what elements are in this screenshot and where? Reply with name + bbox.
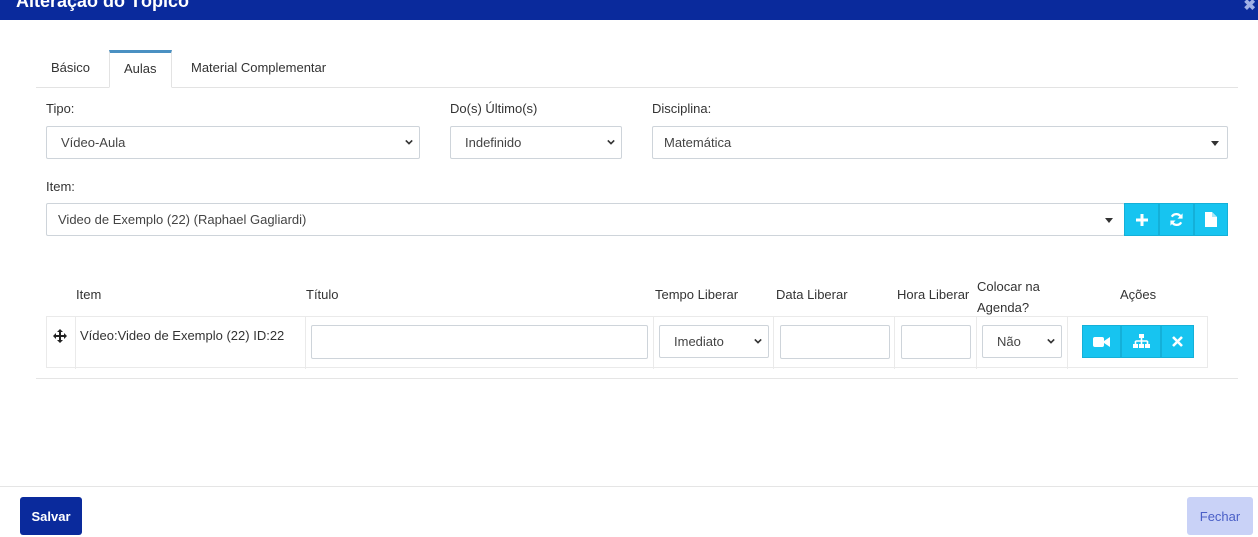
video-camera-icon [1093, 336, 1110, 347]
col-header-titulo: Título [306, 287, 339, 302]
ultimos-select[interactable]: Indefinido [450, 126, 622, 159]
col-header-hora-liberar: Hora Liberar [897, 287, 970, 302]
item-cell: Vídeo:Video de Exemplo (22) ID:22 [76, 317, 306, 369]
hora-liberar-input[interactable] [901, 325, 971, 359]
sitemap-icon [1132, 334, 1150, 348]
agenda-cell: Não [977, 317, 1068, 369]
disciplina-select-value: Matemática [664, 135, 732, 150]
tipo-select[interactable]: Vídeo-Aula [46, 126, 420, 159]
dialog-close-icon[interactable]: ✖ [1243, 0, 1256, 14]
table-row: Vídeo:Video de Exemplo (22) ID:22 Imedia… [46, 316, 1208, 369]
refresh-items-button[interactable] [1159, 203, 1194, 236]
row-item-text: Vídeo:Video de Exemplo (22) ID:22 [80, 328, 285, 343]
tab-bar: Básico Aulas Material Complementar [36, 50, 1238, 88]
plus-icon [1135, 213, 1148, 226]
acoes-cell [1068, 317, 1208, 369]
drag-cell [47, 317, 76, 369]
chevron-down-icon [607, 139, 615, 145]
tab-material-complementar[interactable]: Material Complementar [191, 50, 326, 88]
item-label: Item: [46, 179, 75, 194]
chevron-down-icon [1047, 338, 1055, 344]
item-select-value: Video de Exemplo (22) (Raphael Gagliardi… [58, 212, 307, 227]
drag-handle-icon[interactable] [53, 329, 67, 343]
item-select[interactable]: Video de Exemplo (22) (Raphael Gagliardi… [46, 203, 1125, 236]
close-icon [1172, 336, 1183, 347]
disciplina-label: Disciplina: [652, 101, 712, 116]
remove-row-button[interactable] [1161, 325, 1194, 358]
chevron-down-icon [405, 139, 413, 145]
refresh-icon [1170, 212, 1183, 227]
tempo-liberar-value: Imediato [674, 334, 724, 349]
dialog-title: Alteração do Tópico [16, 0, 190, 11]
col-header-acoes: Ações [1120, 287, 1157, 302]
close-button[interactable]: Fechar [1187, 497, 1253, 535]
col-header-item: Item [76, 287, 102, 302]
row-action-buttons [1082, 325, 1194, 358]
ultimos-select-value: Indefinido [465, 135, 522, 150]
titulo-input[interactable] [311, 325, 648, 359]
col-header-agenda-line1: Colocar na [977, 279, 1040, 294]
tipo-label: Tipo: [46, 101, 75, 116]
col-header-agenda-line2: Agenda? [977, 300, 1030, 315]
file-icon [1205, 212, 1217, 227]
hierarchy-button[interactable] [1121, 325, 1161, 358]
dialog-titlebar: Alteração do Tópico ✖ [0, 0, 1258, 20]
save-button[interactable]: Salvar [20, 497, 82, 535]
tab-basico[interactable]: Básico [51, 50, 90, 88]
caret-down-icon [1211, 141, 1219, 146]
item-action-buttons [1124, 203, 1228, 236]
tab-aulas[interactable]: Aulas [109, 50, 172, 88]
disciplina-select[interactable]: Matemática [652, 126, 1228, 159]
ultimos-label: Do(s) Último(s) [450, 101, 538, 116]
tempo-liberar-select[interactable]: Imediato [659, 325, 769, 358]
caret-down-icon [1105, 218, 1113, 223]
agenda-select[interactable]: Não [982, 325, 1062, 358]
item-document-button[interactable] [1194, 203, 1228, 236]
tipo-select-value: Vídeo-Aula [61, 135, 126, 150]
col-header-data-liberar: Data Liberar [776, 287, 848, 302]
col-header-agenda: Colocar na Agenda? [977, 276, 1040, 318]
col-header-tempo-liberar: Tempo Liberar [655, 287, 739, 302]
hora-cell [895, 317, 977, 369]
data-liberar-input[interactable] [780, 325, 890, 359]
chevron-down-icon [754, 338, 762, 344]
tempo-cell: Imediato [654, 317, 774, 369]
dialog-footer: Salvar Fechar [0, 486, 1258, 537]
video-button[interactable] [1082, 325, 1121, 358]
add-item-button[interactable] [1124, 203, 1159, 236]
data-cell [774, 317, 895, 369]
titulo-cell [306, 317, 654, 369]
agenda-value: Não [997, 334, 1021, 349]
lessons-table: Item Título Tempo Liberar Data Liberar H… [36, 262, 1238, 379]
